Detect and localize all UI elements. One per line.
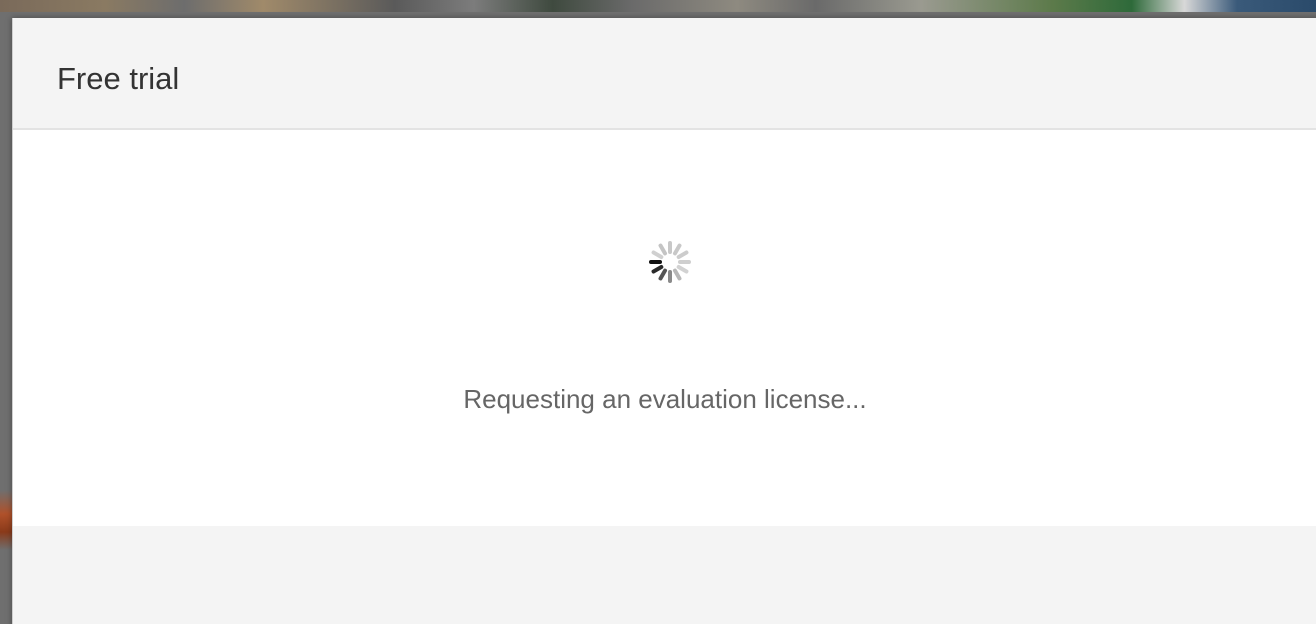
- free-trial-dialog: Free trial Requesting an evaluation lice…: [12, 18, 1316, 624]
- spinner-tick: [673, 243, 682, 256]
- spinner-tick: [676, 265, 689, 274]
- spinner-tick: [651, 265, 664, 274]
- loading-spinner-icon: [649, 241, 691, 283]
- status-message: Requesting an evaluation license...: [463, 384, 867, 414]
- spinner-tick: [658, 243, 667, 256]
- spinner-tick: [676, 250, 689, 259]
- background-overlay: Free trial Requesting an evaluation lice…: [0, 0, 1316, 624]
- spinner-tick: [651, 250, 664, 259]
- background-accent: [0, 490, 12, 550]
- dialog-body: Requesting an evaluation license...: [13, 130, 1316, 526]
- dialog-header: Free trial: [13, 18, 1316, 130]
- background-content: [0, 0, 1316, 12]
- dialog-title: Free trial: [57, 61, 180, 96]
- spinner-tick: [673, 268, 682, 281]
- spinner-tick: [658, 268, 667, 281]
- dialog-footer: [13, 526, 1316, 624]
